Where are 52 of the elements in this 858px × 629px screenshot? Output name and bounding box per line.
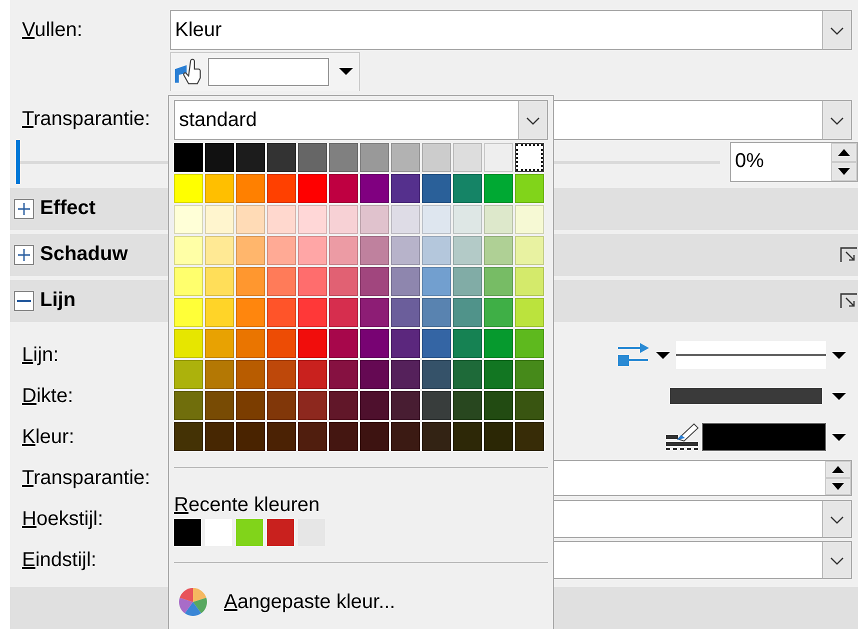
- recent-color-swatch[interactable]: [267, 519, 294, 546]
- field-label: Lijn:: [21, 344, 60, 367]
- plus-icon: [17, 248, 31, 262]
- field-label: Hoekstijl:: [21, 508, 104, 531]
- field-label: Kleur:: [21, 426, 76, 449]
- dropdown-field[interactable]: standard: [174, 100, 548, 140]
- triangle-down-icon: [838, 168, 850, 175]
- color-swatch[interactable]: [515, 143, 544, 172]
- line-width-preview[interactable]: [670, 388, 822, 404]
- more-options-icon[interactable]: [840, 292, 858, 309]
- dropdown-button[interactable]: [822, 11, 851, 49]
- spin-down-button[interactable]: [831, 162, 857, 181]
- color-wheel-icon: [178, 587, 208, 617]
- field-label: Vullen:: [21, 18, 84, 42]
- fill-color-button[interactable]: [170, 52, 360, 91]
- caret-down-icon: [832, 434, 846, 441]
- caret-down-icon: [656, 352, 670, 359]
- triangle-down-icon: [832, 483, 844, 490]
- line-arrows-icon: [616, 342, 650, 368]
- field-label: Transparantie:: [21, 466, 152, 490]
- more-options-icon[interactable]: [840, 246, 858, 263]
- spin-down-button[interactable]: [825, 478, 851, 496]
- dropdown-button[interactable]: [822, 501, 851, 538]
- pen-line-icon: [666, 423, 700, 452]
- slider-thumb[interactable]: [16, 140, 20, 184]
- triangle-up-icon: [832, 466, 844, 474]
- spin-up-button[interactable]: [825, 461, 851, 478]
- recent-colors-label: Recente kleuren: [174, 494, 321, 517]
- caret-down-icon: [832, 392, 846, 400]
- section-title: Effect: [40, 197, 96, 220]
- spin-up-button[interactable]: [831, 142, 857, 162]
- field-label: Eindstijl:: [21, 548, 98, 572]
- section-title: Lijn: [40, 289, 76, 312]
- expander-toggle[interactable]: [14, 198, 34, 219]
- line-style-preview[interactable]: [676, 341, 826, 370]
- minus-icon: [17, 300, 31, 302]
- caret-down-icon: [339, 68, 353, 76]
- percent-spin-field[interactable]: 0%: [730, 142, 858, 182]
- field-label: Dikte:: [21, 384, 74, 408]
- expander-toggle[interactable]: [14, 244, 34, 265]
- dropdown-field[interactable]: Kleur: [170, 10, 852, 50]
- dropdown-button[interactable]: [822, 542, 851, 578]
- caret-down-icon: [832, 352, 846, 359]
- line-color-swatch[interactable]: [702, 423, 826, 452]
- recent-color-swatch[interactable]: [236, 519, 263, 546]
- expander-toggle[interactable]: [14, 290, 34, 311]
- custom-color-button[interactable]: Aangepaste kleur...: [174, 587, 396, 617]
- plus-icon: [17, 202, 31, 216]
- recent-color-swatch[interactable]: [174, 519, 201, 546]
- section-title: Schaduw: [40, 243, 128, 266]
- triangle-up-icon: [838, 148, 850, 156]
- field-label: Transparantie:: [21, 108, 152, 132]
